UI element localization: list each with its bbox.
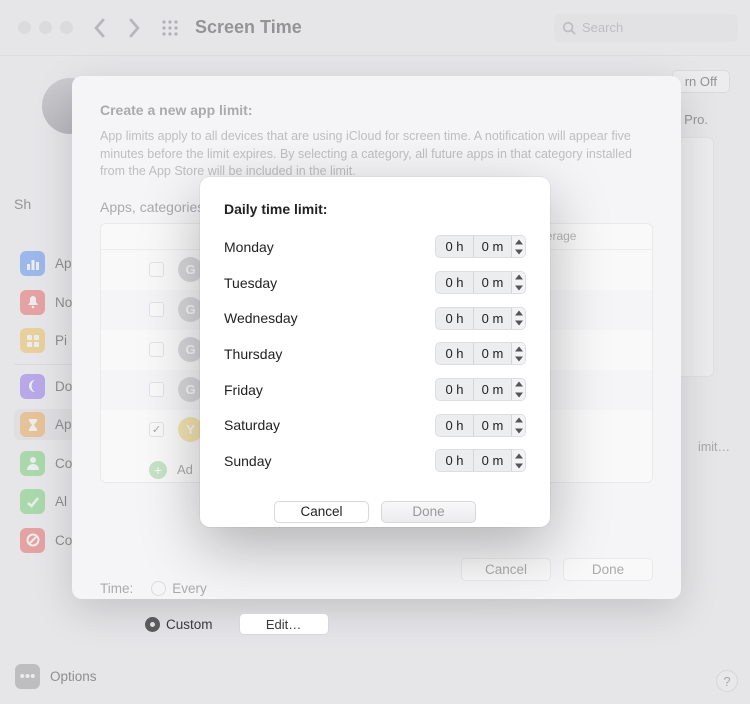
minutes-value[interactable]: 0 m: [474, 382, 511, 397]
ellipsis-icon: •••: [15, 664, 40, 689]
hours-value[interactable]: 0 h: [436, 382, 473, 397]
toolbar: Screen Time Search: [0, 0, 750, 55]
time-stepper[interactable]: 0 h 0 m: [435, 342, 526, 365]
help-button[interactable]: ?: [716, 670, 738, 692]
step-up-icon[interactable]: [512, 415, 525, 426]
cancel-button[interactable]: Cancel: [274, 501, 369, 523]
step-up-icon[interactable]: [512, 308, 525, 319]
minutes-value[interactable]: 0 m: [474, 275, 511, 290]
stepper-control[interactable]: [511, 308, 525, 329]
sidebar-item-label: Do: [55, 379, 72, 394]
edit-button[interactable]: Edit…: [239, 613, 329, 635]
day-row-thursday: Thursday 0 h 0 m: [224, 336, 526, 372]
hours-value[interactable]: 0 h: [436, 346, 473, 361]
search-icon: [562, 21, 576, 35]
hourglass-icon: [20, 412, 45, 437]
time-stepper[interactable]: 0 h 0 m: [435, 378, 526, 401]
time-stepper[interactable]: 0 h 0 m: [435, 307, 526, 330]
hours-value[interactable]: 0 h: [436, 275, 473, 290]
minutes-value[interactable]: 0 m: [474, 311, 511, 326]
bar-chart-icon: [20, 251, 45, 276]
stepper-control[interactable]: [511, 379, 525, 400]
sidebar-item-label: Co: [55, 456, 72, 471]
stepper-control[interactable]: [511, 343, 525, 364]
step-down-icon[interactable]: [512, 247, 525, 258]
step-down-icon[interactable]: [512, 283, 525, 294]
step-up-icon[interactable]: [512, 343, 525, 354]
bell-icon: [20, 290, 45, 315]
apps-grid-icon[interactable]: [161, 19, 179, 37]
sidebar-item-label: Ap: [55, 417, 72, 432]
step-down-icon[interactable]: [512, 354, 525, 365]
no-icon: [20, 528, 45, 553]
day-row-tuesday: Tuesday 0 h 0 m: [224, 265, 526, 301]
moon-icon: [20, 374, 45, 399]
sidebar-item-label: Co: [55, 533, 72, 548]
time-stepper[interactable]: 0 h 0 m: [435, 235, 526, 258]
grid-icon: [20, 328, 45, 353]
stepper-control[interactable]: [511, 450, 525, 471]
day-label: Wednesday: [224, 310, 298, 326]
step-down-icon[interactable]: [512, 461, 525, 472]
sidebar-item-label: Al: [55, 494, 67, 509]
day-label: Tuesday: [224, 275, 277, 291]
day-row-friday: Friday 0 h 0 m: [224, 372, 526, 408]
hours-value[interactable]: 0 h: [436, 311, 473, 326]
person-icon: [20, 451, 45, 476]
close-icon[interactable]: [18, 21, 31, 34]
search-placeholder: Search: [582, 20, 623, 35]
step-up-icon[interactable]: [512, 236, 525, 247]
daily-limit-title: Daily time limit:: [224, 201, 526, 217]
day-row-sunday: Sunday 0 h 0 m: [224, 443, 526, 479]
day-label: Sunday: [224, 453, 271, 469]
day-label: Thursday: [224, 346, 282, 362]
minutes-value[interactable]: 0 m: [474, 239, 511, 254]
day-row-wednesday: Wednesday 0 h 0 m: [224, 300, 526, 336]
minutes-value[interactable]: 0 m: [474, 453, 511, 468]
time-stepper[interactable]: 0 h 0 m: [435, 414, 526, 437]
hours-value[interactable]: 0 h: [436, 418, 473, 433]
minutes-value[interactable]: 0 m: [474, 346, 511, 361]
day-row-monday: Monday 0 h 0 m: [224, 229, 526, 265]
hours-value[interactable]: 0 h: [436, 239, 473, 254]
step-up-icon[interactable]: [512, 450, 525, 461]
minutes-value[interactable]: 0 m: [474, 418, 511, 433]
fullscreen-icon[interactable]: [60, 21, 73, 34]
day-label: Monday: [224, 239, 274, 255]
check-icon: [20, 489, 45, 514]
search-input[interactable]: Search: [554, 14, 738, 42]
step-down-icon[interactable]: [512, 425, 525, 436]
forward-icon[interactable]: [126, 17, 141, 39]
options-button[interactable]: ••• Options: [15, 664, 97, 689]
done-button[interactable]: Done: [381, 501, 476, 523]
traffic-lights: [18, 21, 73, 34]
minimize-icon[interactable]: [39, 21, 52, 34]
daily-time-limit-sheet: Daily time limit: Monday 0 h 0 m Tuesday…: [200, 177, 550, 527]
sidebar-item-label: No: [55, 295, 72, 310]
sidebar-item-label: Ap: [55, 256, 72, 271]
step-up-icon[interactable]: [512, 272, 525, 283]
hours-value[interactable]: 0 h: [436, 453, 473, 468]
stepper-control[interactable]: [511, 272, 525, 293]
day-label: Saturday: [224, 417, 280, 433]
step-down-icon[interactable]: [512, 390, 525, 401]
time-stepper[interactable]: 0 h 0 m: [435, 449, 526, 472]
step-up-icon[interactable]: [512, 379, 525, 390]
sidebar-item-label: Pi: [55, 333, 67, 348]
limit-text-partial: imit…: [698, 440, 730, 454]
back-icon[interactable]: [93, 17, 108, 39]
stepper-control[interactable]: [511, 236, 525, 257]
day-label: Friday: [224, 382, 263, 398]
time-stepper[interactable]: 0 h 0 m: [435, 271, 526, 294]
stepper-control[interactable]: [511, 415, 525, 436]
custom-radio[interactable]: Custom: [145, 617, 213, 632]
window-title: Screen Time: [195, 17, 554, 38]
step-down-icon[interactable]: [512, 318, 525, 329]
day-row-saturday: Saturday 0 h 0 m: [224, 407, 526, 443]
